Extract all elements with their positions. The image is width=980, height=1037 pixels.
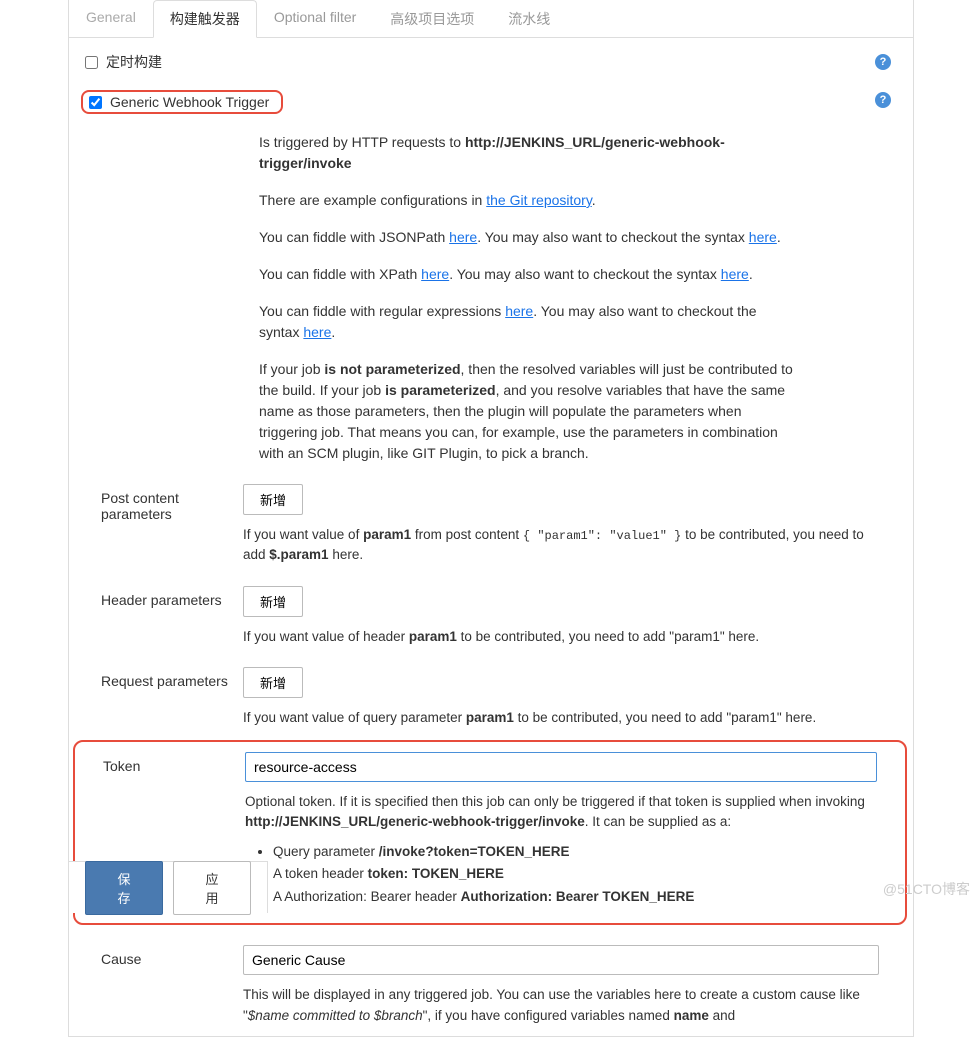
apply-button[interactable]: 应用 <box>173 861 251 915</box>
post-params-add-button[interactable]: 新增 <box>243 484 303 515</box>
text: . <box>749 266 753 282</box>
text: If your job <box>259 361 324 377</box>
token-hint: Optional token. If it is specified then … <box>245 792 877 833</box>
help-icon[interactable]: ? <box>875 54 891 70</box>
text: There are example configurations in <box>259 192 486 208</box>
header-params-hint: If you want value of header param1 to be… <box>243 627 879 647</box>
description-section: Is triggered by HTTP requests to http://… <box>259 132 799 464</box>
post-params-label: Post content parameters <box>85 484 243 522</box>
scheduled-build-label: 定时构建 <box>106 52 162 72</box>
text: You can fiddle with regular expressions <box>259 303 505 319</box>
token-label: Token <box>87 752 245 774</box>
help-icon[interactable]: ? <box>875 92 891 108</box>
text: You can fiddle with JSONPath <box>259 229 449 245</box>
token-supply-list: Query parameter /invoke?token=TOKEN_HERE… <box>273 841 877 910</box>
cause-hint: This will be displayed in any triggered … <box>243 985 879 1026</box>
row-header-params: Header parameters 新增 If you want value o… <box>85 586 897 647</box>
cause-label: Cause <box>85 945 243 967</box>
text: Is triggered by HTTP requests to <box>259 134 465 150</box>
text: . <box>331 324 335 340</box>
row-request-params: Request parameters 新增 If you want value … <box>85 667 897 728</box>
tab-pipeline[interactable]: 流水线 <box>491 0 567 37</box>
regex-link[interactable]: here <box>505 303 533 319</box>
webhook-label: Generic Webhook Trigger <box>110 94 269 110</box>
text: . You may also want to checkout the synt… <box>477 229 749 245</box>
cause-input[interactable] <box>243 945 879 975</box>
watermark: @51CTO博客 <box>883 879 970 899</box>
header-params-add-button[interactable]: 新增 <box>243 586 303 617</box>
tab-optional-filter[interactable]: Optional filter <box>257 0 373 37</box>
token-input[interactable] <box>245 752 877 782</box>
row-cause: Cause This will be displayed in any trig… <box>85 945 897 1026</box>
row-generic-webhook: Generic Webhook Trigger ? <box>85 82 897 118</box>
git-repo-link[interactable]: the Git repository <box>486 192 592 208</box>
post-params-hint: If you want value of param1 from post co… <box>243 525 879 566</box>
text: You can fiddle with XPath <box>259 266 421 282</box>
text: is parameterized <box>385 382 496 398</box>
tab-general[interactable]: General <box>69 0 153 37</box>
list-item: A token header token: TOKEN_HERE <box>273 863 877 886</box>
header-params-label: Header parameters <box>85 586 243 608</box>
tabs-bar: General 构建触发器 Optional filter 高级项目选项 流水线 <box>69 0 913 38</box>
text: is not parameterized <box>324 361 460 377</box>
request-params-add-button[interactable]: 新增 <box>243 667 303 698</box>
tab-advanced-options[interactable]: 高级项目选项 <box>373 0 491 37</box>
text: . You may also want to checkout the synt… <box>449 266 721 282</box>
webhook-checkbox[interactable] <box>89 96 102 109</box>
text: . <box>777 229 781 245</box>
request-params-hint: If you want value of query parameter par… <box>243 708 879 728</box>
xpath-link[interactable]: here <box>421 266 449 282</box>
list-item: A Authorization: Bearer header Authoriza… <box>273 886 877 909</box>
regex-syntax-link[interactable]: here <box>303 324 331 340</box>
row-post-params: Post content parameters 新增 If you want v… <box>85 484 897 566</box>
row-scheduled-build: 定时构建 ? <box>85 48 897 76</box>
request-params-label: Request parameters <box>85 667 243 689</box>
xpath-syntax-link[interactable]: here <box>721 266 749 282</box>
scheduled-build-checkbox[interactable] <box>85 56 98 69</box>
list-item: Query parameter /invoke?token=TOKEN_HERE <box>273 841 877 864</box>
jsonpath-link[interactable]: here <box>449 229 477 245</box>
tab-build-triggers[interactable]: 构建触发器 <box>153 0 257 38</box>
bottom-action-bar: 保存 应用 <box>68 861 268 913</box>
save-button[interactable]: 保存 <box>85 861 163 915</box>
jsonpath-syntax-link[interactable]: here <box>749 229 777 245</box>
